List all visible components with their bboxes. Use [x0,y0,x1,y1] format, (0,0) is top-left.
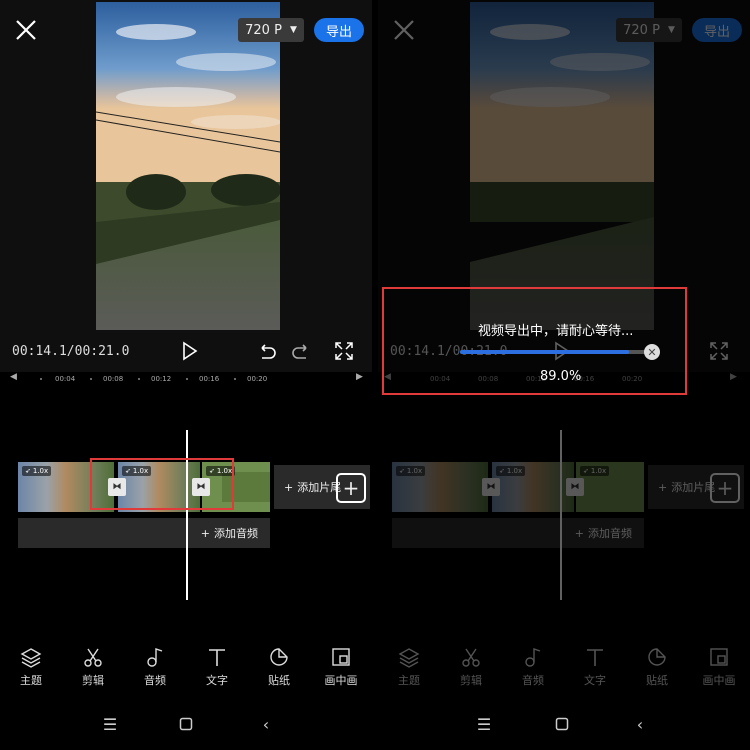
clip-speed-badge: ➶ 1.0x [122,466,152,476]
undo-button[interactable] [256,340,278,362]
ruler-label: 00:20 [247,375,268,383]
music-note-icon [147,648,163,667]
redo-icon [292,344,307,359]
tool-label: 贴纸 [268,674,290,687]
back-icon: ‹ [636,714,644,734]
home-icon [179,717,193,731]
home-icon [555,717,569,731]
video-clip[interactable]: ➶ 1.0x [18,462,114,512]
plus-icon: + [200,526,210,540]
back-button[interactable]: ‹ [630,714,650,734]
close-button[interactable] [14,18,38,42]
tool-edit[interactable]: 剪辑 [65,646,121,692]
tool-text[interactable]: 文字 [189,646,245,692]
forward-icon: ▶︎ [356,372,363,382]
export-message: 视频导出中，请耐心等待... [478,324,634,339]
layers-icon [20,648,42,668]
clip-speed-label: 1.0x [216,467,233,475]
rewind-icon: ◀︎ [10,372,17,382]
clip-speed-label: 1.0x [132,467,149,475]
close-icon [16,20,36,40]
tool-sticker[interactable]: 贴纸 [251,646,307,692]
undo-icon [261,344,276,359]
menu-icon: ☰ [476,714,492,734]
transition-icon: ⧓ [196,482,206,492]
timecode: 00:14.1/00:21.0 [12,344,130,359]
back-icon: ‹ [262,714,270,734]
play-icon [183,341,198,361]
add-tail-button[interactable]: + 添加片尾 + [274,465,370,509]
ruler-label: 00:12 [151,375,172,383]
ruler-label: 00:04 [55,375,76,383]
sticker-icon [270,648,288,666]
ruler-dot [186,378,188,380]
cancel-export-button[interactable]: ✕ [644,344,660,360]
plus-icon: + [284,480,294,494]
tool-label: 文字 [206,674,228,687]
export-percent: 89.0% [540,369,582,384]
clip-speed-label: 1.0x [32,467,49,475]
tool-pip[interactable]: 画中画 [313,646,369,692]
tool-label: 画中画 [324,674,358,687]
video-preview-area: 720 P ▼ 导出 00:14.1/00:21.0 [0,0,372,372]
editor-panel: 720 P ▼ 导出 00:14.1/00:21.0 ◀︎ 00:04 00:0… [0,0,372,750]
rocket-icon: ➶ [125,467,131,475]
play-button[interactable] [178,340,200,362]
fullscreen-icon [335,342,353,360]
video-frame [96,2,280,330]
fullscreen-button[interactable] [333,340,355,362]
home-button[interactable] [176,714,196,734]
add-audio-label: 添加音频 [214,527,258,540]
clip-speed-badge: ➶ 1.0x [22,466,52,476]
bottom-toolbar: 主题 剪辑 音频 文字 贴纸 画中画 [0,646,372,692]
ruler-dot [138,378,140,380]
playhead[interactable] [186,430,188,600]
system-nav-bar: ☰ ‹ [0,714,372,736]
ruler-dot [234,378,236,380]
close-icon: ✕ [647,345,657,359]
quality-selector[interactable]: 720 P ▼ [238,18,304,42]
time-ruler: ◀︎ 00:04 00:08 00:12 00:16 00:20 ▶︎ [0,372,372,386]
tool-label: 主题 [20,674,42,687]
highlight-box [382,287,687,395]
clip-speed-badge: ➶ 1.0x [206,466,236,476]
export-panel: 720 P ▼ 导出 00:14.1/00:21.0 ◀︎ 00:04 00:0… [378,0,750,750]
video-clip[interactable]: ➶ 1.0x [202,462,270,512]
ruler-dot [40,378,42,380]
export-progress-bar [460,350,650,354]
add-clip-button[interactable]: + [336,473,366,503]
add-tail-label: 添加片尾 [297,481,342,494]
scissors-icon [84,648,102,667]
transition-button[interactable]: ⧓ [192,478,210,496]
dropdown-arrow-icon: ▼ [289,25,297,35]
menu-button[interactable]: ☰ [100,714,120,734]
quality-label: 720 P [245,22,282,38]
export-button[interactable]: 导出 [314,18,364,42]
system-nav-bar: ☰ ‹ [378,714,750,736]
rocket-icon: ➶ [209,467,215,475]
ruler-dot [90,378,92,380]
tool-audio[interactable]: 音频 [127,646,183,692]
tool-label: 音频 [144,674,166,687]
ruler-label: 00:16 [199,375,220,383]
add-audio-button[interactable]: + 添加音频 [18,518,270,548]
tool-theme[interactable]: 主题 [3,646,59,692]
back-button[interactable]: ‹ [256,714,276,734]
menu-icon: ☰ [102,714,118,734]
picture-in-picture-icon [332,648,350,666]
text-icon [209,649,225,666]
transition-icon: ⧓ [112,482,122,492]
menu-button[interactable]: ☰ [474,714,494,734]
export-progress-fill [460,350,630,354]
ruler-label: 00:08 [103,375,124,383]
tool-label: 剪辑 [82,674,104,687]
redo-button[interactable] [290,340,312,362]
transition-button[interactable]: ⧓ [108,478,126,496]
rocket-icon: ➶ [25,467,31,475]
home-button[interactable] [552,714,572,734]
